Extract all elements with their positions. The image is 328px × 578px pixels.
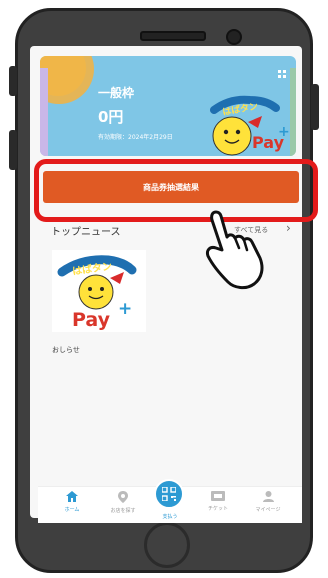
tab-ticket-label: チケット xyxy=(207,506,228,512)
thumb-pay-text: Pay xyxy=(72,309,111,331)
map-pin-icon xyxy=(118,491,128,503)
tab-mypage-label: マイページ xyxy=(255,507,281,513)
news-item-thumbnail[interactable]: はばタン Pay + xyxy=(52,250,146,332)
tab-pay-label: 支払う xyxy=(162,514,178,520)
thumb-plus: + xyxy=(118,299,132,319)
habatan-pay-logo: はばタン Pay + xyxy=(210,95,290,156)
ticket-icon xyxy=(211,491,225,501)
tab-home-label: ホーム xyxy=(64,507,80,513)
power-button xyxy=(311,84,319,130)
card-title: 一般枠 xyxy=(98,86,135,100)
card-sun-decoration xyxy=(40,56,94,104)
balance-card[interactable]: 一般枠 0円 有効期限：2024年2月29日 はばタン Pay + xyxy=(40,56,296,156)
card-expiry: 有効期限：2024年2月29日 xyxy=(98,134,173,141)
card-edge-left xyxy=(40,68,48,156)
front-camera xyxy=(226,29,242,45)
tab-find-store[interactable]: お店を探す xyxy=(103,491,143,514)
side-button xyxy=(9,130,17,170)
habatan-pay-logo-thumb: はばタン Pay + xyxy=(57,255,137,331)
highlight-frame xyxy=(34,159,318,222)
tab-mypage[interactable]: マイページ xyxy=(248,491,288,513)
volume-button xyxy=(9,66,17,96)
tab-ticket[interactable]: チケット xyxy=(198,491,238,512)
qr-pay-button[interactable] xyxy=(154,479,184,509)
user-icon xyxy=(262,491,274,502)
speaker xyxy=(140,31,206,41)
tab-find-store-label: お店を探す xyxy=(110,508,136,514)
top-news-heading: トップニュース xyxy=(51,227,121,238)
logo-plus: + xyxy=(278,124,290,140)
chevron-right-icon[interactable]: › xyxy=(286,221,291,235)
tab-pay[interactable]: 支払う xyxy=(150,513,190,520)
tab-home[interactable]: ホーム xyxy=(52,491,92,513)
grid-dots-icon[interactable] xyxy=(278,70,286,78)
home-hardware-button[interactable] xyxy=(144,522,190,568)
pointing-hand-icon xyxy=(206,210,264,290)
home-icon xyxy=(66,491,78,502)
news-item-caption[interactable]: おしらせ xyxy=(52,345,80,355)
card-balance: 0円 xyxy=(98,108,124,126)
qr-code-icon xyxy=(162,487,176,501)
